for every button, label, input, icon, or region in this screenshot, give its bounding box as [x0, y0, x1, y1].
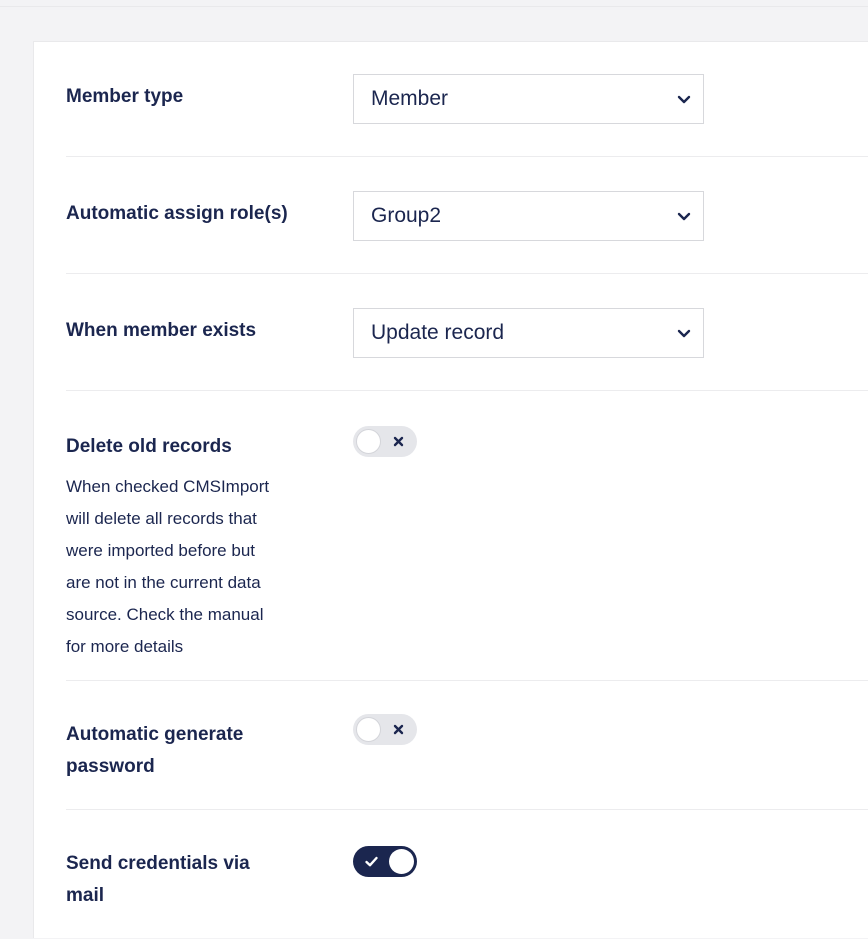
label-line: Automatic generate	[66, 724, 244, 745]
auto-generate-password-label: Automatic generate password	[66, 719, 326, 783]
member-type-row: Member type Member	[66, 42, 868, 157]
send-credentials-label: Send credentials via mail	[66, 848, 326, 912]
auto-generate-password-row: Automatic generate password	[66, 681, 868, 810]
when-member-exists-row: When member exists Update record	[66, 274, 868, 391]
auto-assign-roles-value: Group2	[371, 204, 442, 227]
chevron-down-icon	[677, 329, 691, 338]
delete-old-records-toggle[interactable]	[353, 426, 417, 457]
label-line: Send credentials via	[66, 853, 250, 874]
label-line: password	[66, 756, 155, 777]
member-type-select[interactable]: Member	[353, 74, 704, 124]
toggle-knob	[356, 717, 381, 742]
top-divider	[0, 6, 868, 7]
description-line: When checked CMSImport	[66, 477, 270, 496]
toggle-knob	[356, 429, 381, 454]
auto-assign-roles-label: Automatic assign role(s)	[66, 203, 288, 224]
member-type-value: Member	[371, 87, 449, 110]
delete-old-records-row: Delete old records When checked CMSImpor…	[66, 391, 868, 681]
send-credentials-row: Send credentials via mail	[66, 810, 868, 939]
auto-assign-roles-select[interactable]: Group2	[353, 191, 704, 241]
description-line: were imported before but	[66, 541, 255, 560]
close-icon	[393, 436, 404, 447]
delete-old-records-description: When checked CMSImport will delete all r…	[66, 471, 316, 663]
when-member-exists-label: When member exists	[66, 320, 257, 341]
auto-assign-roles-row: Automatic assign role(s) Group2	[66, 157, 868, 274]
close-icon	[393, 724, 404, 735]
check-icon	[365, 856, 378, 867]
label-line: mail	[66, 885, 105, 906]
chevron-down-icon	[677, 95, 691, 104]
auto-generate-password-toggle[interactable]	[353, 714, 417, 745]
toggle-knob	[389, 849, 414, 874]
member-type-label: Member type	[66, 86, 184, 107]
description-line: for more details	[66, 637, 184, 656]
delete-old-records-label: Delete old records	[66, 436, 232, 457]
description-line: are not in the current data	[66, 573, 261, 592]
description-line: will delete all records that	[66, 509, 257, 528]
description-line: source. Check the manual	[66, 605, 264, 624]
when-member-exists-value: Update record	[371, 321, 505, 344]
chevron-down-icon	[677, 212, 691, 221]
settings-panel: Member type Member Automatic assign role…	[33, 41, 868, 938]
when-member-exists-select[interactable]: Update record	[353, 308, 704, 358]
send-credentials-toggle[interactable]	[353, 846, 417, 877]
